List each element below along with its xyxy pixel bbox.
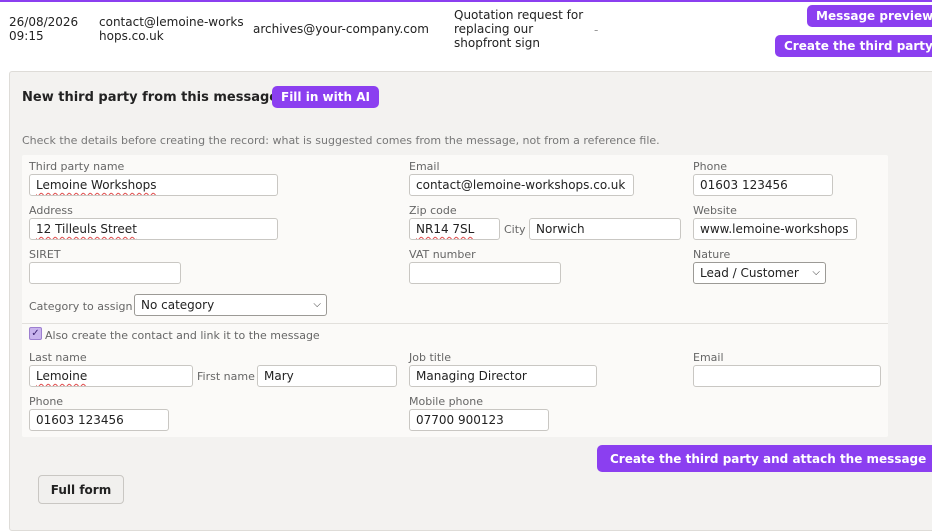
message-date: 26/08/2026 09:15 [9,15,79,43]
siret-label: SIRET [29,248,61,261]
phone-input[interactable]: 01603 123456 [693,174,833,196]
chevron-down-icon: ⌵ [313,299,321,310]
contact-email-input[interactable] [693,365,881,387]
email-label: Email [409,160,440,173]
nature-value: Lead / Customer [700,266,799,280]
city-label: City [504,223,526,236]
contact-phone-label: Phone [29,395,64,408]
category-label: Category to assign [29,300,133,313]
message-row[interactable]: 26/08/2026 09:15 contact@lemoine-worksho… [0,2,932,64]
zip-value: NR14 7SL [416,222,475,236]
create-contact-checkbox[interactable]: ✓ [29,327,42,340]
panel-hint: Check the details before creating the re… [22,134,660,147]
checkmark-icon: ✓ [31,328,40,339]
address-input[interactable]: 12 Tilleuls Street [29,218,278,240]
contact-email-label: Email [693,351,724,364]
email-input[interactable]: contact@lemoine-workshops.co.uk [409,174,634,196]
lastname-value: Lemoine [36,369,88,383]
address-value: 12 Tilleuls Street [36,222,137,236]
firstname-input[interactable]: Mary [257,365,397,387]
vat-label: VAT number [409,248,476,261]
nature-select[interactable]: Lead / Customer ⌵ [693,262,826,284]
create-and-attach-button[interactable]: Create the third party and attach the me… [597,445,932,472]
jobtitle-input[interactable]: Managing Director [409,365,597,387]
create-contact-label: Also create the contact and link it to t… [45,329,320,342]
full-form-button[interactable]: Full form [38,475,124,504]
contact-phone-input[interactable]: 01603 123456 [29,409,169,431]
message-preview-button[interactable]: Message preview [807,5,932,27]
third-party-name-value: Lemoine Workshops [36,178,157,192]
website-label: Website [693,204,737,217]
lastname-label: Last name [29,351,87,364]
website-input[interactable]: www.lemoine-workshops [693,218,857,240]
fill-with-ai-button[interactable]: Fill in with AI [272,86,379,108]
zip-input[interactable]: NR14 7SL [409,218,500,240]
section-divider [22,323,888,324]
firstname-label: First name [197,370,255,383]
third-party-form: Third party name Lemoine Workshops Email… [22,155,888,437]
vat-input[interactable] [409,262,561,284]
message-from: contact@lemoine-workshops.co.uk [99,15,244,43]
message-subject: Quotation request for replacing our shop… [454,8,584,50]
category-value: No category [141,298,215,312]
third-party-name-label: Third party name [29,160,125,173]
phone-label: Phone [693,160,728,173]
address-label: Address [29,204,73,217]
lastname-input[interactable]: Lemoine [29,365,193,387]
jobtitle-label: Job title [409,351,451,364]
zip-label: Zip code [409,204,457,217]
mobile-label: Mobile phone [409,395,484,408]
third-party-name-input[interactable]: Lemoine Workshops [29,174,278,196]
message-extra: - [594,23,599,37]
create-third-party-button[interactable]: Create the third party [775,35,932,57]
chevron-down-icon: ⌵ [812,267,820,278]
panel-title: New third party from this message [22,90,279,105]
siret-input[interactable] [29,262,181,284]
category-select[interactable]: No category ⌵ [134,294,327,316]
nature-label: Nature [693,248,731,261]
city-input[interactable]: Norwich [529,218,681,240]
mobile-input[interactable]: 07700 900123 [409,409,549,431]
message-to: archives@your-company.com [253,22,429,36]
